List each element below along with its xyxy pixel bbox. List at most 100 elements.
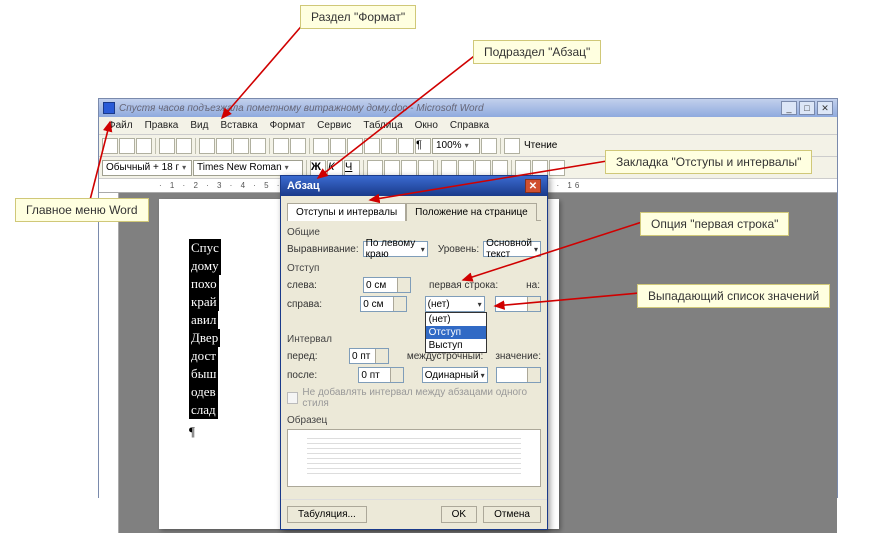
callout-firstline: Опция "первая строка" xyxy=(640,212,789,236)
firstline-value-spin[interactable] xyxy=(495,296,541,312)
menu-insert[interactable]: Вставка xyxy=(215,119,262,132)
cancel-button[interactable]: Отмена xyxy=(483,506,541,523)
dialog-close-button[interactable]: ✕ xyxy=(525,179,541,193)
group-preview: Образец xyxy=(287,415,541,426)
word-title: Спустя часов подъезжала пометному витраж… xyxy=(119,103,484,114)
menu-edit[interactable]: Правка xyxy=(140,119,184,132)
menu-file[interactable]: Файл xyxy=(103,119,138,132)
callout-mainmenu: Главное меню Word xyxy=(15,198,149,222)
spacing-before-spin[interactable]: 0 пт xyxy=(349,348,389,364)
undo-icon[interactable] xyxy=(273,138,289,154)
borders-icon[interactable] xyxy=(515,160,531,176)
close-button[interactable]: ✕ xyxy=(817,101,833,115)
menu-tools[interactable]: Сервис xyxy=(312,119,356,132)
no-space-label: Не добавлять интервал между абзацами одн… xyxy=(302,387,541,409)
table-icon[interactable] xyxy=(330,138,346,154)
columns-icon[interactable] xyxy=(364,138,380,154)
preview-icon[interactable] xyxy=(176,138,192,154)
open-icon[interactable] xyxy=(119,138,135,154)
new-doc-icon[interactable] xyxy=(102,138,118,154)
spell-icon[interactable] xyxy=(199,138,215,154)
callout-format: Раздел "Формат" xyxy=(300,5,416,29)
spacing-after-label: после: xyxy=(287,370,354,381)
group-indent: Отступ xyxy=(287,263,541,274)
font-combo[interactable]: Times New Roman xyxy=(193,160,303,176)
align-left-icon[interactable] xyxy=(367,160,383,176)
no-space-checkbox[interactable] xyxy=(287,392,298,404)
firstline-label: первая строка: xyxy=(429,280,498,291)
docmap-icon[interactable] xyxy=(398,138,414,154)
word-app-icon xyxy=(103,102,115,114)
spacing-after-spin[interactable]: 0 пт xyxy=(358,367,403,383)
indent-icon[interactable] xyxy=(492,160,508,176)
cut-icon[interactable] xyxy=(216,138,232,154)
copy-icon[interactable] xyxy=(233,138,249,154)
linespace-value-label: значение: xyxy=(495,351,541,362)
bold-icon[interactable]: Ж xyxy=(310,160,326,176)
highlight-icon[interactable] xyxy=(532,160,548,176)
dialog-tabs: Отступы и интервалы Положение на страниц… xyxy=(287,202,541,221)
dropdown-item[interactable]: (нет) xyxy=(426,313,486,326)
paragraph-dialog: Абзац ✕ Отступы и интервалы Положение на… xyxy=(280,175,548,530)
menu-table[interactable]: Таблица xyxy=(358,119,407,132)
align-center-icon[interactable] xyxy=(384,160,400,176)
callout-dropdown: Выпадающий список значений xyxy=(637,284,830,308)
tab-position[interactable]: Положение на странице xyxy=(406,203,536,221)
callout-paragraph: Подраздел "Абзац" xyxy=(473,40,601,64)
firstline-dropdown-list[interactable]: (нет) Отступ Выступ xyxy=(425,312,487,353)
alignment-label: Выравнивание: xyxy=(287,244,359,255)
save-icon[interactable] xyxy=(136,138,152,154)
drawing-icon[interactable] xyxy=(381,138,397,154)
outdent-icon[interactable] xyxy=(475,160,491,176)
level-label: Уровень: xyxy=(438,244,479,255)
reading-icon[interactable] xyxy=(504,138,520,154)
redo-icon[interactable] xyxy=(290,138,306,154)
menu-window[interactable]: Окно xyxy=(410,119,443,132)
minimize-button[interactable]: _ xyxy=(781,101,797,115)
style-combo[interactable]: Обычный + 18 г xyxy=(102,160,192,176)
dialog-titlebar[interactable]: Абзац ✕ xyxy=(281,176,547,196)
indent-right-label: справа: xyxy=(287,299,356,310)
underline-icon[interactable]: Ч xyxy=(344,160,360,176)
menu-format[interactable]: Формат xyxy=(265,119,311,132)
linespace-value-spin[interactable] xyxy=(496,367,541,383)
dropdown-item[interactable]: Выступ xyxy=(426,339,486,352)
pilcrow-icon[interactable]: ¶ xyxy=(415,138,431,154)
maximize-button[interactable]: □ xyxy=(799,101,815,115)
group-spacing: Интервал xyxy=(287,334,541,345)
tab-indents[interactable]: Отступы и интервалы xyxy=(287,203,406,221)
group-general: Общие xyxy=(287,227,541,238)
indent-left-label: слева: xyxy=(287,280,359,291)
alignment-combo[interactable]: По левому краю xyxy=(363,241,428,257)
fontcolor-icon[interactable] xyxy=(549,160,565,176)
vertical-ruler[interactable] xyxy=(99,193,119,533)
preview-box xyxy=(287,429,541,487)
level-combo[interactable]: Основной текст xyxy=(483,241,541,257)
dialog-title: Абзац xyxy=(287,180,320,192)
menu-help[interactable]: Справка xyxy=(445,119,494,132)
dropdown-item[interactable]: Отступ xyxy=(426,326,486,339)
paste-icon[interactable] xyxy=(250,138,266,154)
numbering-icon[interactable] xyxy=(441,160,457,176)
linespace-combo[interactable]: Одинарный xyxy=(422,367,488,383)
menu-view[interactable]: Вид xyxy=(185,119,213,132)
ok-button[interactable]: OK xyxy=(441,506,477,523)
align-justify-icon[interactable] xyxy=(418,160,434,176)
callout-tab: Закладка "Отступы и интервалы" xyxy=(605,150,812,174)
excel-icon[interactable] xyxy=(347,138,363,154)
indent-left-spin[interactable]: 0 см xyxy=(363,277,411,293)
indent-right-spin[interactable]: 0 см xyxy=(360,296,406,312)
print-icon[interactable] xyxy=(159,138,175,154)
bullets-icon[interactable] xyxy=(458,160,474,176)
firstline-combo[interactable]: (нет) xyxy=(425,296,485,312)
hyperlink-icon[interactable] xyxy=(313,138,329,154)
align-right-icon[interactable] xyxy=(401,160,417,176)
tabs-button[interactable]: Табуляция... xyxy=(287,506,367,523)
help-icon[interactable] xyxy=(481,138,497,154)
spacing-before-label: перед: xyxy=(287,351,345,362)
reading-label[interactable]: Чтение xyxy=(521,140,560,151)
zoom-combo[interactable]: 100% xyxy=(432,138,480,154)
italic-icon[interactable]: К xyxy=(327,160,343,176)
firstline-on-label: на: xyxy=(526,280,540,291)
word-titlebar[interactable]: Спустя часов подъезжала пометному витраж… xyxy=(99,99,837,117)
